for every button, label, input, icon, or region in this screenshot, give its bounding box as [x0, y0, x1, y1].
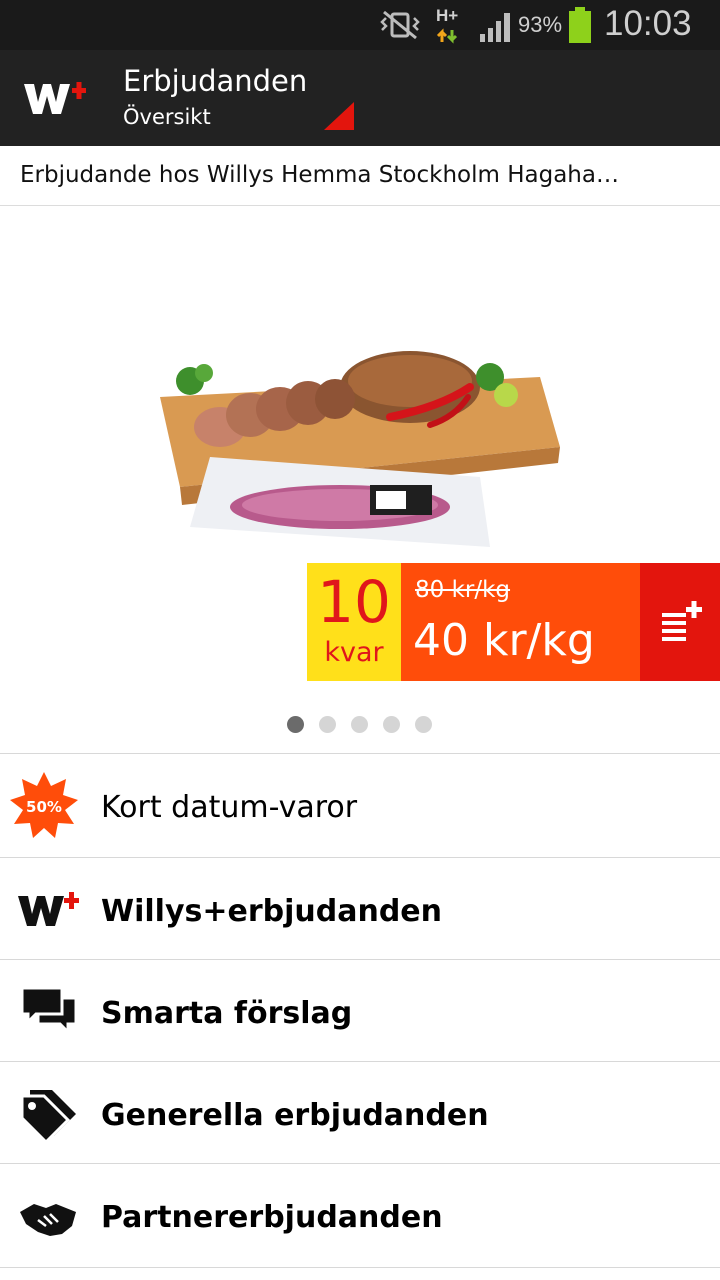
- chat-bubbles-icon: [16, 982, 80, 1042]
- page-dot[interactable]: [287, 716, 304, 733]
- offer-price-tag: 10 kvar 80 kr/kg 40 kr/kg: [307, 563, 720, 681]
- menu-item-label: Generella erbjudanden: [101, 1098, 489, 1133]
- menu-item-label: Smarta förslag: [101, 996, 353, 1031]
- menu-item-label: Partnererbjudanden: [101, 1200, 443, 1235]
- screen-title[interactable]: Erbjudanden: [123, 64, 307, 98]
- quantity-left-label: kvar: [324, 637, 384, 668]
- carousel-page-indicator: [0, 715, 720, 735]
- menu-item-label: Willys+erbjudanden: [101, 894, 443, 929]
- new-price: 40 kr/kg: [413, 615, 595, 666]
- discount-badge-text: 50%: [26, 798, 62, 816]
- product-image[interactable]: [150, 337, 570, 567]
- battery-icon: [568, 7, 592, 43]
- page-dot[interactable]: [319, 716, 336, 733]
- menu-divider: [0, 1267, 720, 1268]
- quantity-left: 10: [317, 568, 391, 636]
- menu-item-short-date[interactable]: 50% Kort datum-varor: [0, 753, 720, 857]
- network-activity-icon: H+: [436, 6, 464, 44]
- price-box: 80 kr/kg 40 kr/kg: [401, 563, 640, 681]
- clock: 10:03: [604, 4, 692, 43]
- signal-icon: [478, 10, 514, 42]
- handshake-icon: [16, 1186, 80, 1246]
- page-dot[interactable]: [383, 716, 400, 733]
- dropdown-corner-icon[interactable]: [324, 102, 354, 130]
- page-dot[interactable]: [415, 716, 432, 733]
- offer-carousel[interactable]: 10 kvar 80 kr/kg 40 kr/kg: [0, 207, 720, 753]
- screen-subtitle[interactable]: Översikt: [123, 105, 211, 129]
- menu-item-label: Kort datum-varor: [101, 790, 358, 825]
- menu-item-partner-offers[interactable]: Partnererbjudanden: [0, 1163, 720, 1267]
- add-to-list-button[interactable]: [640, 563, 720, 681]
- page-dot[interactable]: [351, 716, 368, 733]
- willys-plus-logo-icon[interactable]: [22, 78, 88, 118]
- action-bar: Erbjudanden Översikt: [0, 50, 720, 146]
- store-name: Erbjudande hos Willys Hemma Stockholm Ha…: [20, 162, 619, 188]
- add-to-list-icon: [660, 599, 704, 643]
- menu-item-smart-suggestions[interactable]: Smarta förslag: [0, 959, 720, 1063]
- old-price: 80 kr/kg: [415, 577, 511, 603]
- willys-plus-icon: [16, 880, 80, 940]
- discount-50-badge-icon: 50%: [10, 772, 80, 838]
- vibrate-icon: [380, 8, 420, 42]
- quantity-left-box: 10 kvar: [307, 563, 401, 681]
- status-bar: H+ 93% 10:03: [0, 0, 720, 50]
- menu-item-general-offers[interactable]: Generella erbjudanden: [0, 1061, 720, 1165]
- price-tags-icon: [16, 1084, 80, 1145]
- battery-percent: 93%: [518, 12, 563, 37]
- menu-item-willys-plus[interactable]: Willys+erbjudanden: [0, 857, 720, 961]
- store-header[interactable]: Erbjudande hos Willys Hemma Stockholm Ha…: [0, 148, 720, 206]
